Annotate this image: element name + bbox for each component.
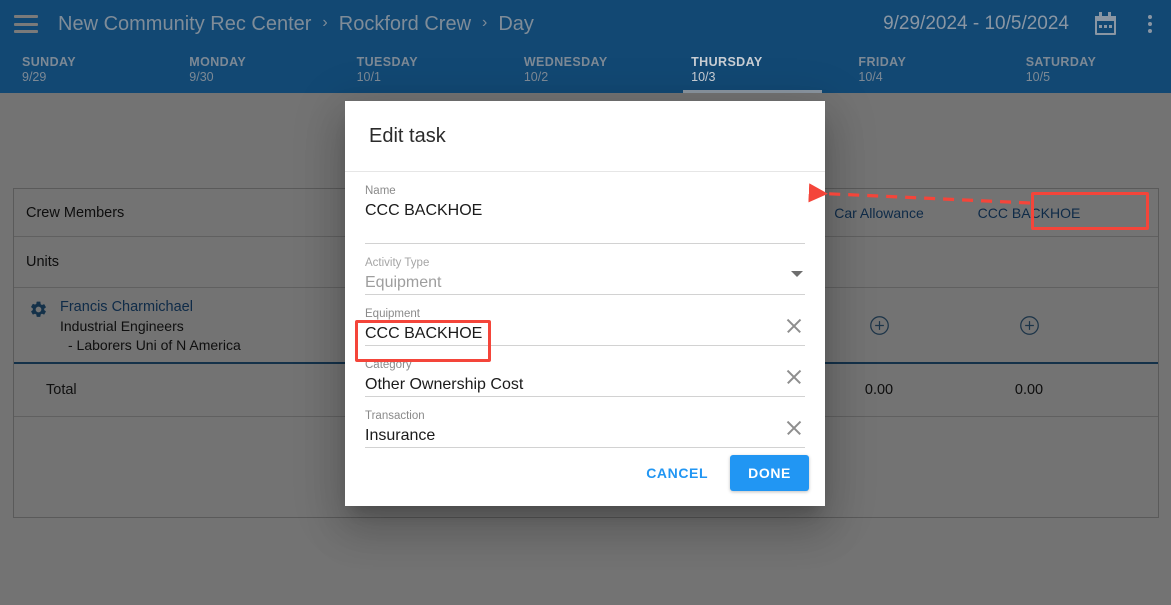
- breadcrumb-item-project[interactable]: New Community Rec Center: [58, 13, 311, 36]
- day-tab-date: 10/1: [356, 70, 381, 84]
- day-tab-date: 9/30: [189, 70, 214, 84]
- day-tab-date: 10/2: [523, 70, 549, 84]
- day-tab-friday[interactable]: FRIDAY 10/4: [836, 48, 1003, 93]
- field-value: CCC BACKHOE: [365, 325, 483, 343]
- edit-task-dialog: Edit task Name CCC BACKHOE Activity Type…: [345, 101, 825, 506]
- day-tab-name: MONDAY: [189, 55, 247, 69]
- day-tab-date: 10/4: [858, 70, 883, 84]
- field-activity-type[interactable]: Activity Type Equipment: [365, 244, 805, 296]
- day-tab-saturday[interactable]: SATURDAY 10/5: [1004, 48, 1171, 93]
- day-tab-name: WEDNESDAY: [523, 55, 608, 69]
- field-category[interactable]: Category Other Ownership Cost: [365, 346, 805, 398]
- field-label: Category: [365, 359, 412, 372]
- app-root: New Community Rec Center › Rockford Crew…: [0, 0, 1171, 605]
- app-bar-actions: 9/29/2024 - 10/5/2024: [883, 12, 1171, 35]
- day-tab-thursday[interactable]: THURSDAY 10/3: [669, 48, 836, 93]
- breadcrumb-item-crew[interactable]: Rockford Crew: [339, 13, 471, 36]
- field-equipment[interactable]: Equipment CCC BACKHOE: [365, 295, 805, 347]
- clear-icon[interactable]: [785, 419, 803, 437]
- field-transaction[interactable]: Transaction Insurance: [365, 397, 805, 449]
- breadcrumb: New Community Rec Center › Rockford Crew…: [58, 13, 534, 36]
- day-tab-name: THURSDAY: [691, 55, 763, 69]
- calendar-dots: [1099, 25, 1112, 28]
- field-value: Other Ownership Cost: [365, 376, 524, 394]
- kebab-menu-icon[interactable]: [1139, 13, 1161, 35]
- day-tab-name: FRIDAY: [858, 55, 907, 69]
- day-tab-date: 10/3: [691, 70, 716, 84]
- hamburger-bar: [14, 15, 38, 18]
- hamburger-bar: [14, 22, 38, 26]
- dialog-body: Name CCC BACKHOE Activity Type Equipment…: [345, 172, 825, 449]
- breadcrumb-separator: ›: [482, 14, 488, 31]
- field-label: Name: [365, 185, 396, 198]
- date-range-label: 9/29/2024 - 10/5/2024: [883, 13, 1069, 34]
- field-value: Equipment: [365, 274, 442, 292]
- kebab-dot: [1148, 15, 1152, 19]
- day-tab-sunday[interactable]: SUNDAY 9/29: [0, 48, 167, 93]
- field-label: Transaction: [365, 410, 425, 423]
- calendar-header-bar: [1095, 16, 1116, 21]
- breadcrumb-separator: ›: [322, 14, 328, 31]
- week-day-strip: SUNDAY 9/29 MONDAY 9/30 TUESDAY 10/1 WED…: [0, 48, 1171, 93]
- field-label: Equipment: [365, 308, 420, 321]
- kebab-dot: [1148, 29, 1152, 33]
- cancel-button[interactable]: CANCEL: [638, 455, 716, 491]
- kebab-dot: [1148, 22, 1152, 26]
- day-tab-wednesday[interactable]: WEDNESDAY 10/2: [502, 48, 669, 93]
- field-value: CCC BACKHOE: [365, 202, 483, 220]
- day-tab-name: SUNDAY: [22, 55, 77, 69]
- hamburger-menu-icon[interactable]: [14, 15, 38, 33]
- dialog-title: Edit task: [345, 101, 825, 173]
- field-label: Activity Type: [365, 257, 430, 270]
- dialog-actions: CANCEL DONE: [345, 448, 825, 506]
- day-tab-date: 9/29: [22, 70, 47, 84]
- day-tab-tuesday[interactable]: TUESDAY 10/1: [335, 48, 502, 93]
- done-button[interactable]: DONE: [730, 455, 809, 492]
- hamburger-bar: [14, 30, 38, 33]
- chevron-down-icon[interactable]: [791, 271, 803, 278]
- day-tab-date: 10/5: [1025, 70, 1051, 84]
- field-name[interactable]: Name CCC BACKHOE: [365, 172, 805, 245]
- day-tab-name: SATURDAY: [1025, 55, 1097, 69]
- day-tab-name: TUESDAY: [356, 55, 418, 69]
- field-value: Insurance: [365, 427, 436, 445]
- calendar-icon[interactable]: [1095, 12, 1117, 35]
- day-tab-monday[interactable]: MONDAY 9/30: [167, 48, 334, 93]
- clear-icon[interactable]: [785, 368, 803, 386]
- breadcrumb-item-day[interactable]: Day: [498, 13, 534, 36]
- clear-icon[interactable]: [785, 317, 803, 335]
- app-bar: New Community Rec Center › Rockford Crew…: [0, 0, 1171, 48]
